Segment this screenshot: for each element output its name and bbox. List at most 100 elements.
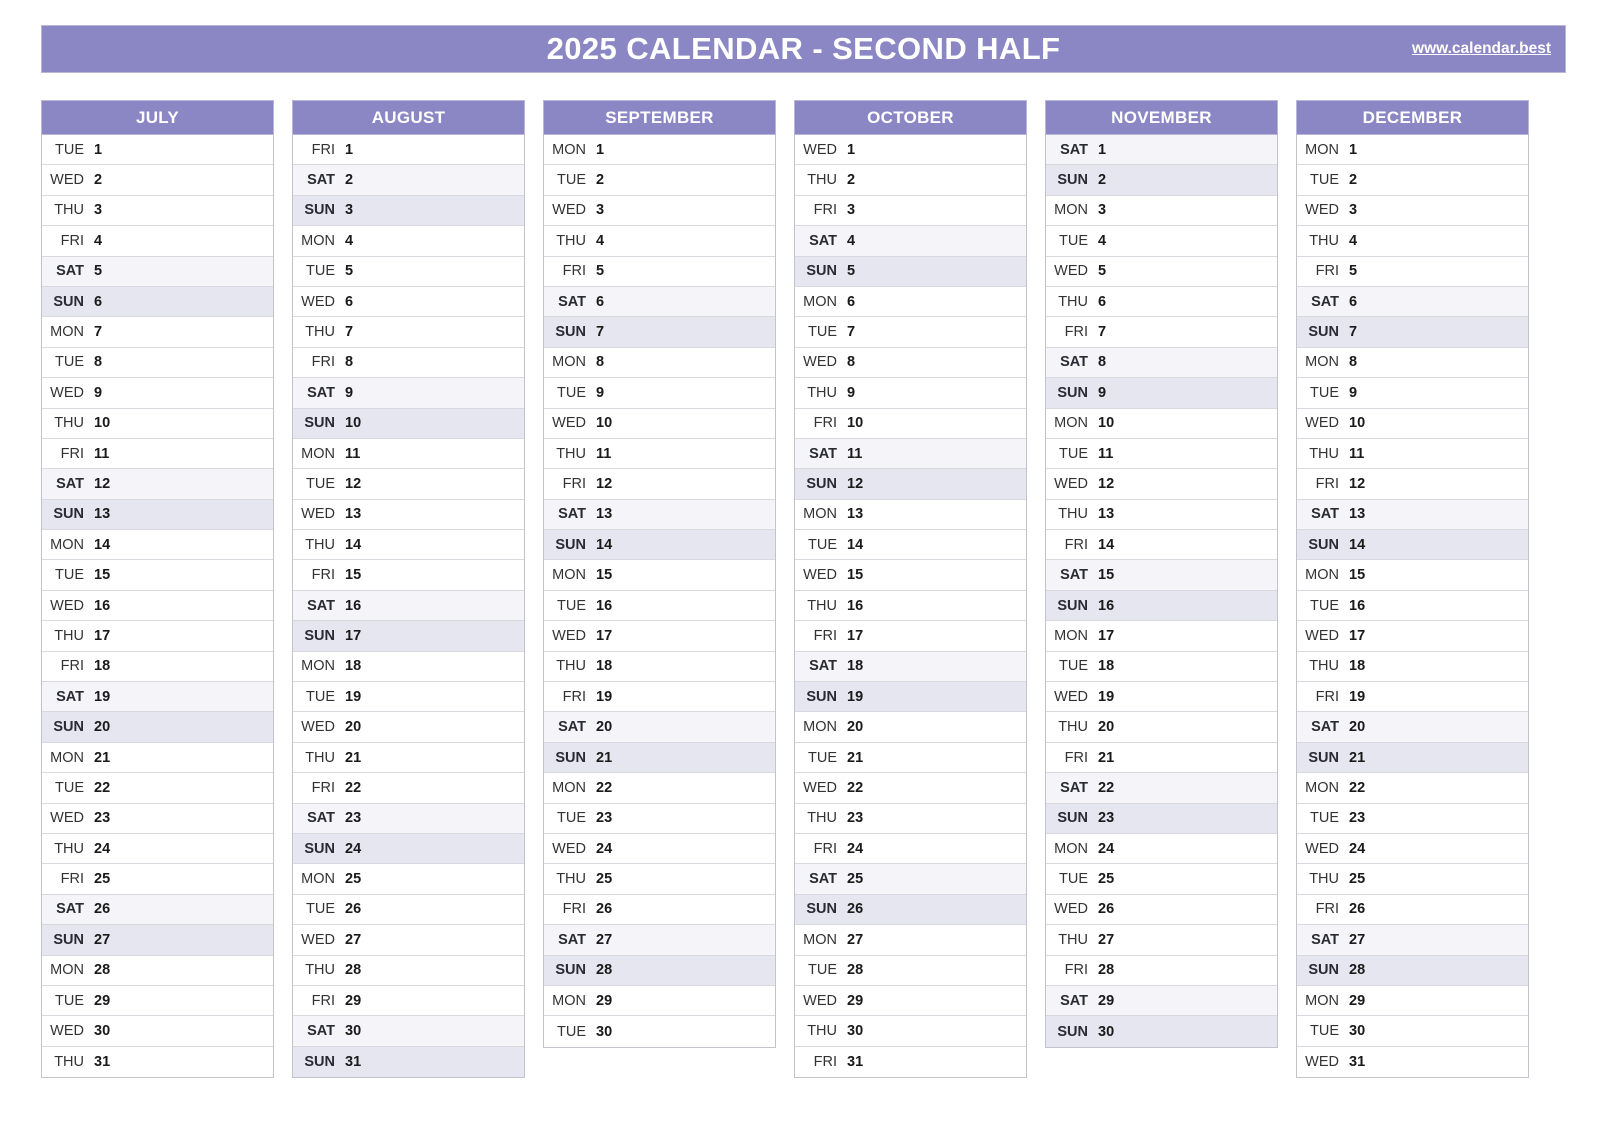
day-row[interactable]: SAT 15 bbox=[1046, 560, 1277, 591]
day-row[interactable]: TUE 7 bbox=[795, 317, 1026, 348]
day-row[interactable]: SAT 19 bbox=[42, 682, 273, 713]
day-row[interactable]: MON 24 bbox=[1046, 833, 1277, 865]
day-row[interactable]: SAT 20 bbox=[1297, 712, 1528, 743]
day-row[interactable]: TUE 23 bbox=[1297, 803, 1528, 834]
day-row[interactable]: FRI 17 bbox=[795, 621, 1026, 652]
day-row[interactable]: TUE 9 bbox=[544, 378, 775, 409]
day-row[interactable]: FRI 31 bbox=[795, 1046, 1026, 1078]
day-row[interactable]: WED 29 bbox=[795, 985, 1026, 1017]
day-row[interactable]: SAT 27 bbox=[1297, 925, 1528, 956]
day-row[interactable]: SUN 12 bbox=[795, 469, 1026, 500]
day-row[interactable]: SAT 11 bbox=[795, 438, 1026, 470]
day-row[interactable]: MON 15 bbox=[1297, 560, 1528, 591]
day-row[interactable]: THU 16 bbox=[795, 590, 1026, 622]
day-row[interactable]: TUE 30 bbox=[544, 1016, 775, 1047]
day-row[interactable]: TUE 19 bbox=[293, 682, 524, 713]
day-row[interactable]: WED 8 bbox=[795, 347, 1026, 379]
day-row[interactable]: SAT 13 bbox=[544, 499, 775, 531]
day-row[interactable]: TUE 1 bbox=[42, 135, 273, 166]
day-row[interactable]: SUN 2 bbox=[1046, 165, 1277, 196]
day-row[interactable]: MON 18 bbox=[293, 651, 524, 683]
day-row[interactable]: SAT 8 bbox=[1046, 347, 1277, 379]
day-row[interactable]: SAT 13 bbox=[1297, 499, 1528, 531]
day-row[interactable]: SAT 6 bbox=[544, 286, 775, 318]
day-row[interactable]: TUE 2 bbox=[1297, 165, 1528, 196]
day-row[interactable]: TUE 23 bbox=[544, 803, 775, 834]
day-row[interactable]: THU 30 bbox=[795, 1016, 1026, 1047]
day-row[interactable]: SAT 30 bbox=[293, 1016, 524, 1047]
day-row[interactable]: MON 10 bbox=[1046, 408, 1277, 439]
day-row[interactable]: SAT 25 bbox=[795, 864, 1026, 895]
day-row[interactable]: WED 9 bbox=[42, 378, 273, 409]
day-row[interactable]: SUN 24 bbox=[293, 833, 524, 865]
day-row[interactable]: THU 23 bbox=[795, 803, 1026, 834]
day-row[interactable]: WED 19 bbox=[1046, 682, 1277, 713]
day-row[interactable]: TUE 18 bbox=[1046, 651, 1277, 683]
day-row[interactable]: SAT 20 bbox=[544, 712, 775, 743]
day-row[interactable]: SAT 29 bbox=[1046, 985, 1277, 1017]
day-row[interactable]: SUN 10 bbox=[293, 408, 524, 439]
day-row[interactable]: THU 25 bbox=[544, 864, 775, 895]
day-row[interactable]: MON 14 bbox=[42, 530, 273, 561]
day-row[interactable]: WED 26 bbox=[1046, 894, 1277, 926]
day-row[interactable]: TUE 21 bbox=[795, 742, 1026, 774]
day-row[interactable]: WED 5 bbox=[1046, 256, 1277, 287]
day-row[interactable]: THU 6 bbox=[1046, 286, 1277, 318]
day-row[interactable]: TUE 26 bbox=[293, 894, 524, 926]
day-row[interactable]: SUN 30 bbox=[1046, 1016, 1277, 1047]
day-row[interactable]: MON 29 bbox=[544, 985, 775, 1017]
day-row[interactable]: MON 3 bbox=[1046, 195, 1277, 227]
day-row[interactable]: FRI 22 bbox=[293, 773, 524, 804]
day-row[interactable]: TUE 25 bbox=[1046, 864, 1277, 895]
day-row[interactable]: TUE 2 bbox=[544, 165, 775, 196]
day-row[interactable]: FRI 11 bbox=[42, 438, 273, 470]
day-row[interactable]: FRI 14 bbox=[1046, 530, 1277, 561]
day-row[interactable]: WED 30 bbox=[42, 1016, 273, 1047]
day-row[interactable]: WED 12 bbox=[1046, 469, 1277, 500]
day-row[interactable]: SAT 9 bbox=[293, 378, 524, 409]
day-row[interactable]: FRI 7 bbox=[1046, 317, 1277, 348]
day-row[interactable]: TUE 16 bbox=[544, 590, 775, 622]
day-row[interactable]: THU 20 bbox=[1046, 712, 1277, 743]
day-row[interactable]: FRI 10 bbox=[795, 408, 1026, 439]
day-row[interactable]: FRI 26 bbox=[544, 894, 775, 926]
day-row[interactable]: MON 1 bbox=[1297, 135, 1528, 166]
day-row[interactable]: FRI 28 bbox=[1046, 955, 1277, 986]
day-row[interactable]: THU 21 bbox=[293, 742, 524, 774]
day-row[interactable]: THU 25 bbox=[1297, 864, 1528, 895]
day-row[interactable]: SAT 2 bbox=[293, 165, 524, 196]
day-row[interactable]: TUE 22 bbox=[42, 773, 273, 804]
day-row[interactable]: SAT 12 bbox=[42, 469, 273, 500]
day-row[interactable]: SAT 16 bbox=[293, 590, 524, 622]
day-row[interactable]: WED 17 bbox=[544, 621, 775, 652]
day-row[interactable]: MON 22 bbox=[1297, 773, 1528, 804]
website-link[interactable]: www.calendar.best bbox=[1412, 40, 1551, 58]
day-row[interactable]: FRI 5 bbox=[1297, 256, 1528, 287]
day-row[interactable]: TUE 14 bbox=[795, 530, 1026, 561]
day-row[interactable]: SAT 18 bbox=[795, 651, 1026, 683]
day-row[interactable]: MON 8 bbox=[544, 347, 775, 379]
day-row[interactable]: THU 7 bbox=[293, 317, 524, 348]
day-row[interactable]: FRI 18 bbox=[42, 651, 273, 683]
day-row[interactable]: TUE 28 bbox=[795, 955, 1026, 986]
day-row[interactable]: THU 18 bbox=[1297, 651, 1528, 683]
day-row[interactable]: SUN 28 bbox=[544, 955, 775, 986]
day-row[interactable]: SUN 27 bbox=[42, 925, 273, 956]
day-row[interactable]: THU 27 bbox=[1046, 925, 1277, 956]
day-row[interactable]: TUE 4 bbox=[1046, 226, 1277, 257]
day-row[interactable]: SAT 22 bbox=[1046, 773, 1277, 804]
day-row[interactable]: WED 10 bbox=[1297, 408, 1528, 439]
day-row[interactable]: MON 27 bbox=[795, 925, 1026, 956]
day-row[interactable]: SAT 5 bbox=[42, 256, 273, 287]
day-row[interactable]: THU 10 bbox=[42, 408, 273, 439]
day-row[interactable]: SAT 1 bbox=[1046, 135, 1277, 166]
day-row[interactable]: SUN 16 bbox=[1046, 590, 1277, 622]
day-row[interactable]: THU 24 bbox=[42, 833, 273, 865]
day-row[interactable]: THU 31 bbox=[42, 1046, 273, 1078]
day-row[interactable]: FRI 5 bbox=[544, 256, 775, 287]
day-row[interactable]: SUN 21 bbox=[544, 742, 775, 774]
day-row[interactable]: FRI 19 bbox=[544, 682, 775, 713]
day-row[interactable]: SUN 14 bbox=[1297, 530, 1528, 561]
day-row[interactable]: MON 25 bbox=[293, 864, 524, 895]
day-row[interactable]: FRI 24 bbox=[795, 833, 1026, 865]
